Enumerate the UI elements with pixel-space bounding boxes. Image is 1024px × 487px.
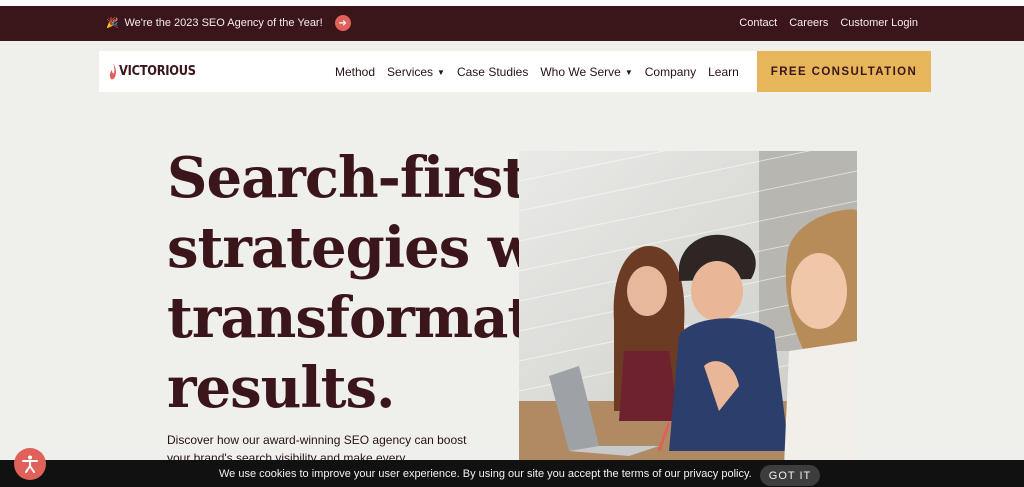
accessibility-icon	[22, 455, 38, 473]
logo-flame-icon	[109, 63, 117, 80]
announcement-text: We're the 2023 SEO Agency of the Year!	[124, 17, 323, 29]
cookie-accept-button[interactable]: GOT IT	[760, 465, 820, 486]
main-nav: VICTORIOUS Method Services ▼ Case Studie…	[99, 51, 931, 92]
logo-text: VICTORIOUS	[119, 64, 196, 79]
nav-item-who-we-serve[interactable]: Who We Serve ▼	[540, 65, 632, 79]
party-icon: 🎉	[106, 17, 119, 29]
announcement[interactable]: 🎉 We're the 2023 SEO Agency of the Year!…	[106, 15, 351, 31]
nav-item-company[interactable]: Company	[645, 65, 696, 79]
nav-item-services[interactable]: Services ▼	[387, 65, 445, 79]
arrow-right-icon[interactable]: ➜	[334, 15, 351, 31]
accessibility-button[interactable]	[14, 448, 46, 480]
nav-item-method[interactable]: Method	[335, 65, 375, 79]
announcement-bar: 🎉 We're the 2023 SEO Agency of the Year!…	[0, 6, 1024, 41]
hero-photo	[519, 151, 857, 467]
chevron-down-icon: ▼	[437, 67, 445, 77]
free-consultation-button[interactable]: FREE CONSULTATION	[757, 51, 931, 92]
nav-menu: Method Services ▼ Case Studies Who We Se…	[335, 65, 739, 79]
cookie-message: We use cookies to improve your user expe…	[219, 468, 752, 480]
nav-item-label: Services	[387, 65, 434, 79]
nav-item-case-studies[interactable]: Case Studies	[457, 65, 528, 79]
chevron-down-icon: ▼	[624, 67, 633, 77]
hero-section: VICTORIOUS Method Services ▼ Case Studie…	[0, 41, 1024, 487]
customer-login-link[interactable]: Customer Login	[840, 17, 918, 29]
contact-link[interactable]: Contact	[739, 17, 777, 29]
careers-link[interactable]: Careers	[789, 17, 828, 29]
nav-item-learn[interactable]: Learn	[708, 65, 739, 79]
logo[interactable]: VICTORIOUS	[109, 63, 206, 80]
utility-links: Contact Careers Customer Login	[739, 17, 918, 29]
cookie-banner: We use cookies to improve your user expe…	[0, 460, 1024, 487]
nav-item-label: Who We Serve	[540, 65, 621, 79]
